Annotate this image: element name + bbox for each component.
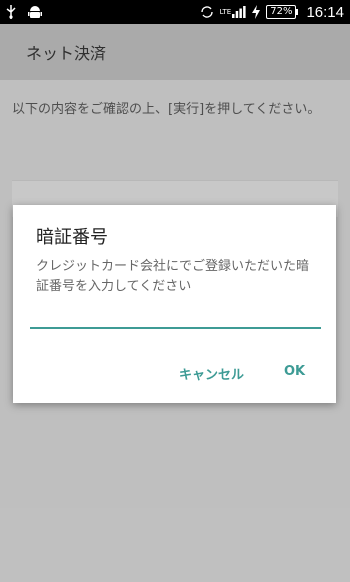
battery-level: 72% <box>270 6 293 17</box>
android-icon <box>28 5 42 19</box>
network-label: LTE <box>219 8 232 16</box>
status-bar: LTE 72% 16:14 <box>0 0 350 24</box>
pin-dialog: 暗証番号 クレジットカード会社にでご登録いただいた暗証番号を入力してください キ… <box>13 205 336 403</box>
usb-icon <box>6 5 16 19</box>
dialog-message: クレジットカード会社にでご登録いただいた暗証番号を入力してください <box>36 259 310 294</box>
cancel-button[interactable]: キャンセル <box>173 363 250 384</box>
ok-button[interactable]: OK <box>278 363 311 380</box>
charging-icon <box>252 5 261 19</box>
battery-icon: 72% <box>266 5 299 19</box>
sync-icon <box>200 5 214 19</box>
status-time: 16:14 <box>306 3 344 21</box>
signal-icon: LTE <box>220 6 247 18</box>
pin-input[interactable] <box>30 305 321 329</box>
dialog-title: 暗証番号 <box>36 227 108 248</box>
